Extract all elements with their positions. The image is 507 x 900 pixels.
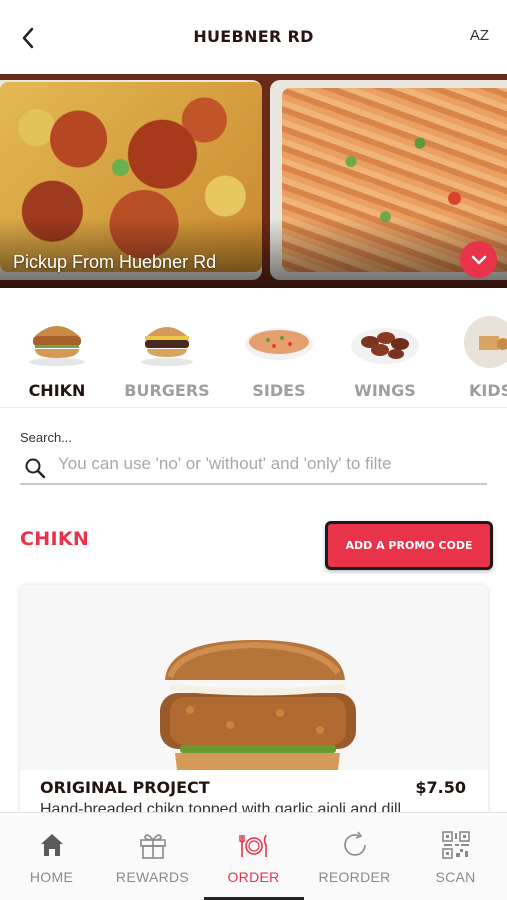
home-icon bbox=[40, 834, 63, 856]
nav-scan[interactable]: SCAN bbox=[405, 813, 506, 900]
category-label: SIDES bbox=[252, 381, 306, 400]
nav-label: SCAN bbox=[435, 869, 476, 885]
nav-reorder[interactable]: REORDER bbox=[304, 813, 405, 900]
category-kids[interactable]: KIDS bbox=[445, 288, 507, 407]
nav-label: REORDER bbox=[318, 869, 391, 885]
pickup-location-label[interactable]: Pickup From Huebner Rd bbox=[13, 252, 216, 273]
nav-rewards[interactable]: REWARDS bbox=[102, 813, 203, 900]
nav-order[interactable]: ORDER bbox=[203, 813, 304, 900]
gift-icon bbox=[139, 834, 166, 859]
chicken-sandwich-image bbox=[29, 326, 85, 366]
category-label: KIDS bbox=[469, 381, 507, 400]
nav-label: REWARDS bbox=[115, 869, 190, 885]
search-label: Search... bbox=[20, 430, 73, 445]
product-card[interactable]: ORIGINAL PROJECT $7.50 Hand-breaded chik… bbox=[20, 585, 488, 845]
product-name: ORIGINAL PROJECT bbox=[40, 778, 210, 797]
category-label: WINGS bbox=[354, 381, 416, 400]
product-price: $7.50 bbox=[415, 778, 466, 797]
category-wings[interactable]: WINGS bbox=[335, 288, 435, 407]
nav-label: HOME bbox=[29, 869, 74, 885]
category-sides[interactable]: SIDES bbox=[229, 288, 329, 407]
section-title: CHIKN bbox=[20, 528, 90, 550]
add-promo-code-button[interactable]: ADD A PROMO CODE bbox=[325, 521, 493, 570]
search-bar[interactable] bbox=[20, 447, 487, 485]
burger-image bbox=[141, 327, 193, 366]
product-image bbox=[20, 585, 488, 770]
category-label: CHIKN bbox=[28, 381, 86, 400]
search-icon bbox=[25, 458, 46, 479]
category-burgers[interactable]: BURGERS bbox=[117, 288, 217, 407]
nav-home[interactable]: HOME bbox=[1, 813, 102, 900]
category-strip[interactable]: CHIKN BURGERS SIDES WINGS KID bbox=[0, 288, 507, 408]
sides-image bbox=[245, 328, 313, 360]
chevron-down-icon bbox=[471, 255, 486, 264]
top-bar: HUEBNER RD AZ bbox=[0, 0, 507, 74]
location-toggle-button[interactable] bbox=[460, 241, 497, 278]
search-input[interactable] bbox=[58, 451, 483, 477]
plate-cutlery-icon bbox=[238, 834, 267, 857]
qr-code-icon bbox=[441, 831, 470, 859]
bottom-navigation: HOME REWARDS ORDER REORDER SCAN bbox=[0, 812, 507, 900]
nav-label: ORDER bbox=[227, 869, 280, 885]
state-label[interactable]: AZ bbox=[470, 27, 489, 44]
hero-banner: Pickup From Huebner Rd bbox=[0, 74, 507, 288]
category-label: BURGERS bbox=[124, 381, 210, 400]
page-title: HUEBNER RD bbox=[193, 27, 314, 46]
refresh-icon bbox=[343, 831, 366, 856]
wings-image bbox=[351, 328, 419, 364]
kids-meal-image bbox=[464, 316, 507, 368]
category-chikn[interactable]: CHIKN bbox=[7, 288, 107, 407]
